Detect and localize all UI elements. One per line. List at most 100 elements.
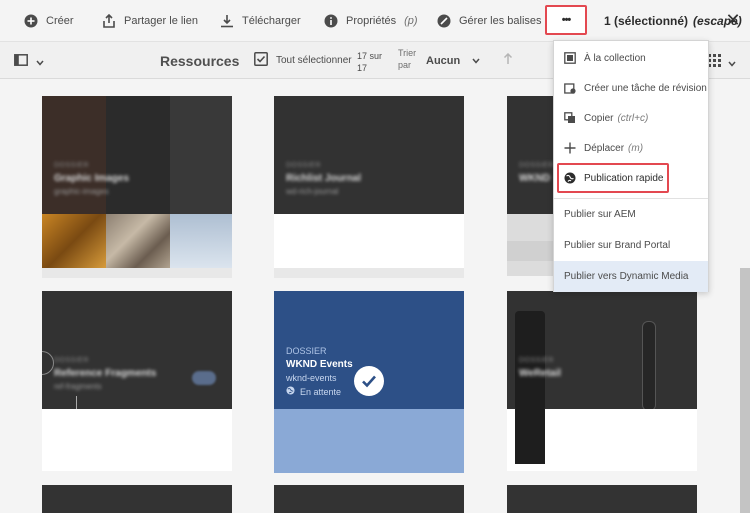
properties-button[interactable]: Propriétés (p) — [324, 0, 418, 42]
view-switcher[interactable] — [708, 54, 736, 72]
folder-card-selected[interactable]: DOSSIER WKND Events wknd-events En atten… — [274, 291, 464, 473]
download-button[interactable]: Télécharger — [220, 0, 301, 42]
card-thumbnail: DOSSIER Reference Fragments ref-fragment… — [42, 291, 232, 409]
card-subtitle: graphic-images — [54, 187, 109, 196]
card-name: WKND — [519, 173, 551, 184]
copy-icon — [564, 112, 576, 124]
move-icon — [564, 142, 576, 154]
chevron-down-icon — [728, 54, 736, 72]
card-type: DOSSIER — [54, 357, 90, 364]
scrollbar[interactable] — [740, 268, 750, 513]
thumbnail-image — [42, 214, 106, 268]
thumbnail-tile — [106, 96, 170, 214]
card-name: Reference Fragments — [54, 368, 157, 379]
menu-item-copy[interactable]: Copier (ctrl+c) — [554, 103, 708, 133]
menu-item-label: Publication rapide — [584, 172, 664, 184]
select-all-button[interactable]: Tout sélectionner — [254, 42, 352, 79]
arrow-up-icon — [503, 52, 513, 68]
thumbnail-tile — [170, 96, 232, 214]
card-subtitle: ref-fragments — [54, 382, 102, 391]
more-icon: ••• — [561, 14, 572, 26]
card-thumbnail: DOSSIER Graphic Images graphic-images — [42, 96, 232, 268]
manage-tags-button[interactable]: Gérer les balises — [437, 0, 542, 42]
thumbnail-tile — [42, 96, 106, 214]
asset-card[interactable] — [42, 485, 232, 513]
card-subtitle: wd-rich-journal — [286, 187, 339, 196]
thumbnail-shape — [76, 396, 106, 409]
menu-item-label: Créer une tâche de révision — [584, 82, 707, 94]
card-meta: DOSSIER Richlist Journal wd-rich-journal — [286, 162, 361, 196]
more-actions-menu: À la collection Créer une tâche de révis… — [553, 40, 709, 292]
card-type: DOSSIER — [54, 162, 90, 169]
page-title: Ressources — [160, 52, 240, 69]
asset-card[interactable]: DOSSIER Reference Fragments ref-fragment… — [42, 291, 232, 471]
action-bar: Créer Partager le lien Télécharger Propr… — [0, 0, 750, 42]
selection-status: 1 (sélectionné) (escape) — [604, 0, 742, 42]
review-task-icon — [564, 82, 576, 94]
card-meta: DOSSIER Reference Fragments ref-fragment… — [54, 357, 156, 391]
create-button[interactable]: Créer — [24, 0, 74, 42]
asset-card[interactable]: DOSSIER Graphic Images graphic-images — [42, 96, 232, 278]
share-link-label: Partager le lien — [124, 15, 198, 27]
checkmark-icon — [354, 366, 384, 396]
card-name: Graphic Images — [54, 173, 130, 184]
menu-item-move[interactable]: Déplacer (m) — [554, 133, 708, 163]
thumbnail-image — [170, 214, 232, 268]
select-all-label: Tout sélectionner — [276, 55, 352, 66]
card-footer — [42, 268, 232, 278]
chevron-down-icon — [36, 53, 44, 71]
close-selection-button[interactable]: ✕ — [724, 11, 742, 29]
card-type: DOSSIER — [286, 162, 322, 169]
asset-card[interactable]: DOSSIER WeRetail — [507, 291, 697, 471]
rail-toggle-button[interactable] — [14, 53, 44, 71]
menu-item-to-collection[interactable]: À la collection — [554, 43, 708, 73]
collection-icon — [564, 52, 576, 64]
menu-item-shortcut: (ctrl+c) — [617, 112, 649, 124]
card-type: DOSSIER — [519, 162, 555, 169]
card-meta: DOSSIER Graphic Images graphic-images — [54, 162, 129, 196]
menu-item-label: Déplacer — [584, 142, 625, 154]
chevron-down-icon — [472, 55, 480, 67]
card-thumbnail: DOSSIER WKND Events wknd-events En atten… — [274, 291, 464, 409]
item-count: 17 sur 17 — [357, 51, 383, 73]
publish-status: En attente — [286, 386, 341, 397]
card-view-icon — [708, 54, 721, 72]
manage-tags-label: Gérer les balises — [459, 15, 542, 27]
info-icon — [324, 14, 338, 28]
card-type: DOSSIER — [286, 346, 327, 356]
thumbnail-logo — [192, 371, 216, 385]
thumbnail-image — [642, 321, 656, 409]
status-text: En attente — [300, 386, 342, 397]
menu-item-label: Publier sur AEM — [564, 208, 636, 220]
menu-item-publish-dynamic-media[interactable]: Publier vers Dynamic Media — [554, 261, 708, 292]
menu-item-label: À la collection — [584, 52, 646, 64]
asset-card[interactable] — [274, 485, 464, 513]
menu-item-quick-publish[interactable]: Publication rapide — [557, 163, 669, 193]
menu-item-shortcut: (m) — [628, 142, 644, 154]
menu-item-publish-aem[interactable]: Publier sur AEM — [554, 199, 708, 229]
download-label: Télécharger — [242, 15, 301, 27]
menu-item-label: Copier — [584, 112, 614, 124]
rail-icon — [14, 53, 28, 71]
asset-card[interactable] — [507, 485, 697, 513]
menu-item-label: Publier vers Dynamic Media — [564, 271, 689, 282]
thumbnail-image — [515, 409, 545, 464]
download-icon — [220, 14, 234, 28]
create-label: Créer — [46, 15, 74, 27]
globe-icon — [564, 172, 576, 184]
menu-item-publish-brand-portal[interactable]: Publier sur Brand Portal — [554, 230, 708, 260]
card-thumbnail: DOSSIER WeRetail — [507, 291, 697, 409]
card-name: Richlist Journal — [286, 173, 362, 184]
card-name: WKND Events — [286, 359, 353, 370]
menu-item-create-review-task[interactable]: Créer une tâche de révision — [554, 73, 708, 103]
card-footer — [274, 268, 464, 278]
sort-direction-button[interactable] — [503, 52, 513, 68]
card-name: WeRetail — [519, 368, 562, 379]
share-link-button[interactable]: Partager le lien — [102, 0, 198, 42]
asset-card[interactable]: DOSSIER Richlist Journal wd-rich-journal — [274, 96, 464, 278]
more-actions-button[interactable]: ••• — [545, 5, 587, 35]
share-icon — [102, 14, 116, 28]
properties-label: Propriétés — [346, 15, 397, 27]
globe-icon — [286, 386, 295, 397]
sort-dropdown[interactable]: Aucun — [426, 42, 480, 79]
